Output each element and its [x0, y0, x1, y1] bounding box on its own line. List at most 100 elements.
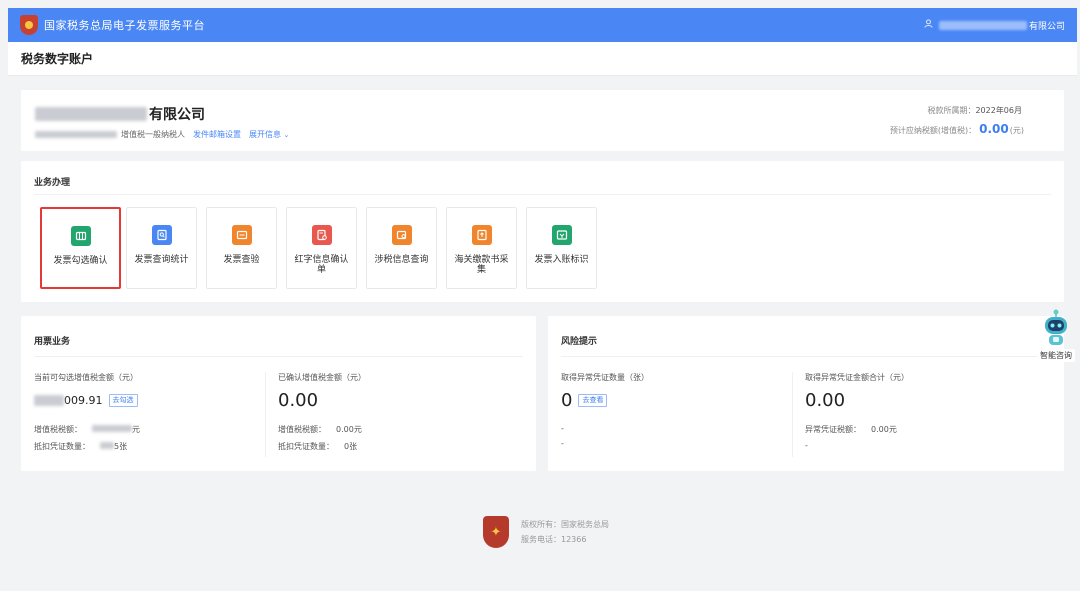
sub-header: 税务数字账户: [8, 42, 1077, 76]
estimated-tax-unit: (元): [1009, 126, 1024, 135]
company-name-suffix: 有限公司: [149, 107, 205, 123]
confirmed-count-label: 抵扣凭证数量：: [278, 442, 334, 451]
tax-period-label: 税款所属期：: [927, 106, 976, 115]
divider: [792, 372, 793, 457]
deduction-count-value: 5张: [100, 441, 127, 452]
tax-redacted: [92, 425, 132, 432]
email-settings-link[interactable]: 发件邮箱设置: [193, 129, 241, 140]
abnormal-tax-label: 异常凭证税额：: [805, 425, 861, 434]
tile-label: 涉税信息查询: [374, 255, 429, 265]
selectable-vat-value: 009.91 去勾选: [34, 389, 140, 411]
robot-assistant-icon: [1041, 308, 1071, 348]
platform-title: 国家税务总局电子发票服务平台: [44, 19, 205, 32]
tile-customs-collection[interactable]: 海关缴款书采集: [446, 207, 517, 289]
brand[interactable]: 国家税务总局电子发票服务平台: [20, 15, 205, 35]
smart-assistant-button[interactable]: 智能咨询: [1035, 308, 1077, 372]
abnormal-amount-column: 取得异常凭证金额合计（元） 0.00 异常凭证税额： 0.00元 -: [805, 372, 909, 450]
vat-tax-value: 元: [92, 424, 140, 435]
company-sub-info: 增值税一般纳税人 发件邮箱设置 展开信息 ⌄: [35, 129, 289, 140]
confirmed-vat-column: 已确认增值税金额（元） 0.00 增值税税额： 0.00元 抵扣凭证数量： 0张: [278, 372, 366, 452]
tax-id-redacted: [35, 131, 117, 138]
confirmed-vat-label: 已确认增值税金额（元）: [278, 373, 366, 382]
vat-tax-label: 增值税税额：: [34, 425, 82, 434]
footer: ✦ 版权所有：国家税务总局 服务电话：12366: [483, 516, 609, 548]
tile-tax-info-query[interactable]: 涉税信息查询: [366, 207, 437, 289]
abnormal-amount-value: 0.00: [805, 389, 846, 411]
tile-label: 发票入账标识: [534, 255, 589, 265]
confirmed-tax-label: 增值税税额：: [278, 425, 326, 434]
business-card: 业务办理 发票勾选确认 发票查询统计 发票查验 红字信息确认单 涉税信息查询 海…: [21, 161, 1064, 302]
tax-period-value: 2022年06月: [975, 106, 1022, 115]
go-view-button[interactable]: 去查看: [578, 393, 608, 407]
divider: [34, 194, 1051, 195]
search-card-icon: [391, 225, 412, 245]
tile-invoice-ledger-mark[interactable]: 发票入账标识: [526, 207, 597, 289]
count-redacted: [100, 442, 114, 449]
selectable-vat-column: 当前可勾选增值税金额（元） 009.91 去勾选 增值税税额： 元 抵扣凭证数量…: [34, 372, 140, 452]
doc-edit-icon: [311, 225, 332, 245]
user-company-suffix: 有限公司: [1028, 21, 1065, 32]
tile-red-letter-confirm[interactable]: 红字信息确认单: [286, 207, 357, 289]
abnormal-count-number: 0: [561, 389, 573, 411]
usage-title: 用票业务: [34, 337, 71, 347]
deduction-count-suffix: 5张: [114, 442, 128, 451]
tile-label: 发票勾选确认: [53, 256, 108, 266]
page-title: 税务数字账户: [21, 52, 94, 66]
estimated-tax-value: 0.00: [979, 122, 1009, 136]
confirmed-vat-value: 0.00: [278, 389, 319, 411]
company-name: 有限公司: [35, 104, 205, 124]
go-select-button[interactable]: 去勾选: [108, 393, 138, 407]
tile-invoice-selection[interactable]: 发票勾选确认: [40, 207, 121, 289]
user-menu[interactable]: 有限公司: [924, 8, 1065, 42]
tax-emblem-icon: [20, 15, 38, 35]
selectable-vat-value-suffix: 009.91: [64, 393, 103, 407]
tile-label: 发票查验: [223, 255, 260, 265]
abnormal-line-1: -: [561, 424, 564, 433]
tax-period: 税款所属期：2022年06月: [927, 105, 1022, 116]
tax-emblem-icon: ✦: [483, 516, 509, 548]
risk-alert-card: 风险提示 取得异常凭证数量（张） 0 去查看 - - 取得异常凭证金额合计（元）…: [548, 316, 1064, 471]
tile-label: 红字信息确认单: [294, 255, 349, 275]
user-icon: [924, 19, 933, 31]
scan-icon: [231, 225, 252, 245]
abnormal-tax-value: 0.00元: [871, 425, 897, 434]
selectable-vat-label: 当前可勾选增值税金额（元）: [34, 373, 138, 382]
estimated-tax-label: 预计应纳税额(增值税)：: [889, 126, 977, 135]
expand-info-link[interactable]: 展开信息 ⌄: [249, 129, 289, 140]
amount-redacted: [34, 394, 64, 406]
risk-title: 风险提示: [561, 337, 598, 347]
upload-doc-icon: [471, 225, 492, 245]
company-name-redacted: [35, 107, 147, 121]
deduction-count-line: 抵扣凭证数量： 5张: [34, 441, 140, 452]
taxpayer-type: 增值税一般纳税人: [121, 130, 185, 139]
abnormal-count-label: 取得异常凭证数量（张）: [561, 373, 649, 382]
company-info-card: 有限公司 增值税一般纳税人 发件邮箱设置 展开信息 ⌄ 税款所属期：2022年0…: [21, 90, 1064, 151]
business-title: 业务办理: [34, 178, 71, 188]
footer-text: 版权所有：国家税务总局 服务电话：12366: [521, 517, 609, 547]
invoice-usage-card: 用票业务 当前可勾选增值税金额（元） 009.91 去勾选 增值税税额： 元 抵…: [21, 316, 536, 471]
tile-label: 海关缴款书采集: [454, 255, 509, 275]
chevron-down-icon: ⌄: [283, 131, 290, 139]
abnormal-tax-line: 异常凭证税额： 0.00元: [805, 424, 909, 435]
copyright: 版权所有：国家税务总局: [521, 520, 609, 529]
confirmed-tax-line: 增值税税额： 0.00元: [278, 424, 366, 435]
confirmed-count-line: 抵扣凭证数量： 0张: [278, 441, 366, 452]
abnormal-amount-label: 取得异常凭证金额合计（元）: [805, 373, 909, 382]
vat-tax-unit: 元: [132, 425, 140, 434]
tile-invoice-verify[interactable]: 发票查验: [206, 207, 277, 289]
vat-tax-line: 增值税税额： 元: [34, 424, 140, 435]
service-hotline: 服务电话：12366: [521, 535, 587, 544]
tile-invoice-query[interactable]: 发票查询统计: [126, 207, 197, 289]
abnormal-count-value: 0 去查看: [561, 389, 649, 411]
divider: [265, 372, 266, 457]
abnormal-count-column: 取得异常凭证数量（张） 0 去查看 - -: [561, 372, 649, 448]
assistant-label: 智能咨询: [1037, 349, 1075, 362]
divider: [34, 356, 523, 357]
expand-info-label: 展开信息: [249, 130, 281, 139]
confirmed-tax-value: 0.00元: [336, 425, 362, 434]
abnormal-line-2: -: [561, 439, 564, 448]
divider: [561, 356, 1051, 357]
abnormal-amount-line-2: -: [805, 441, 808, 450]
app-frame: 国家税务总局电子发票服务平台 有限公司 税务数字账户 有限公司 增值税一般纳税人…: [8, 8, 1077, 588]
search-doc-icon: [151, 225, 172, 245]
